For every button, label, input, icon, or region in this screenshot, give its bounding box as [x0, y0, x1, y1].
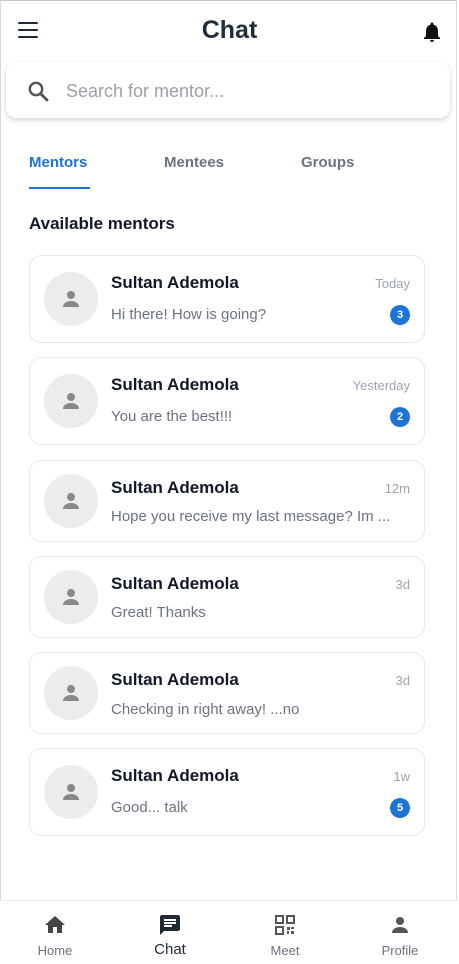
nav-meet[interactable]: Meet [240, 901, 330, 963]
home-icon [45, 916, 65, 933]
chat-list-item[interactable]: Sultan Ademola Great! Thanks 3d [29, 556, 425, 638]
chat-time: Yesterday [352, 378, 410, 393]
bottom-navigation: Home Chat Meet Profile [0, 900, 459, 963]
bell-icon[interactable] [420, 20, 444, 44]
nav-label: Meet [270, 943, 300, 958]
avatar [44, 666, 98, 720]
avatar [44, 374, 98, 428]
chat-name: Sultan Ademola [111, 670, 239, 689]
chat-list-item[interactable]: Sultan Ademola Good... talk 1w 5 [29, 748, 425, 836]
chat-icon [160, 915, 180, 935]
page-title: Chat [201, 16, 258, 44]
chat-message: Great! Thanks [111, 604, 206, 621]
nav-home[interactable]: Home [10, 901, 100, 963]
chat-message: Checking in right away! ...no [111, 701, 300, 718]
chat-name: Sultan Ademola [111, 478, 239, 497]
unread-badge: 5 [390, 798, 410, 818]
qr-code-icon [275, 915, 295, 935]
chat-name: Sultan Ademola [111, 375, 239, 394]
nav-profile[interactable]: Profile [355, 901, 445, 963]
avatar [44, 272, 98, 326]
chat-list-item[interactable]: Sultan Ademola Hope you receive my last … [29, 460, 425, 542]
person-icon [63, 784, 79, 800]
tab-mentors[interactable]: Mentors [29, 154, 87, 171]
chat-message: Hi there! How is going? [111, 306, 267, 323]
person-icon [63, 291, 79, 307]
chat-message: You are the best!!! [111, 408, 233, 425]
chat-list-item[interactable]: Sultan Ademola Hi there! How is going? T… [29, 255, 425, 343]
nav-label: Profile [381, 943, 419, 958]
person-icon [63, 685, 79, 701]
search-bar [6, 62, 450, 118]
nav-chat[interactable]: Chat [125, 901, 215, 963]
chat-time: 3d [395, 577, 410, 592]
section-title: Available mentors [29, 214, 175, 233]
chat-name: Sultan Ademola [111, 574, 239, 593]
chat-list-item[interactable]: Sultan Ademola You are the best!!! Yeste… [29, 357, 425, 445]
tab-mentees[interactable]: Mentees [164, 154, 224, 171]
nav-label: Chat [154, 941, 186, 958]
chat-name: Sultan Ademola [111, 766, 239, 785]
person-icon [63, 393, 79, 409]
chat-time: 12m [384, 481, 410, 496]
avatar [44, 570, 98, 624]
nav-label: Home [37, 943, 73, 958]
avatar [44, 765, 98, 819]
unread-badge: 2 [390, 407, 410, 427]
chat-message: Hope you receive my last message? Im ... [111, 508, 391, 525]
chat-list-item[interactable]: Sultan Ademola Checking in right away! .… [29, 652, 425, 734]
chat-name: Sultan Ademola [111, 273, 239, 292]
tab-bar: Mentors Mentees Groups [0, 148, 459, 190]
person-icon [63, 589, 79, 605]
active-tab-indicator [29, 187, 90, 189]
chat-time: 1w [393, 769, 410, 784]
chat-time: Today [375, 276, 410, 291]
chat-time: 3d [395, 673, 410, 688]
chat-message: Good... talk [111, 799, 188, 816]
avatar [44, 474, 98, 528]
unread-badge: 3 [390, 305, 410, 325]
app-bar: Chat [0, 0, 459, 62]
tab-groups[interactable]: Groups [301, 154, 354, 171]
person-icon [63, 493, 79, 509]
person-icon [392, 917, 408, 933]
search-input[interactable] [64, 76, 428, 106]
search-icon [28, 81, 49, 102]
